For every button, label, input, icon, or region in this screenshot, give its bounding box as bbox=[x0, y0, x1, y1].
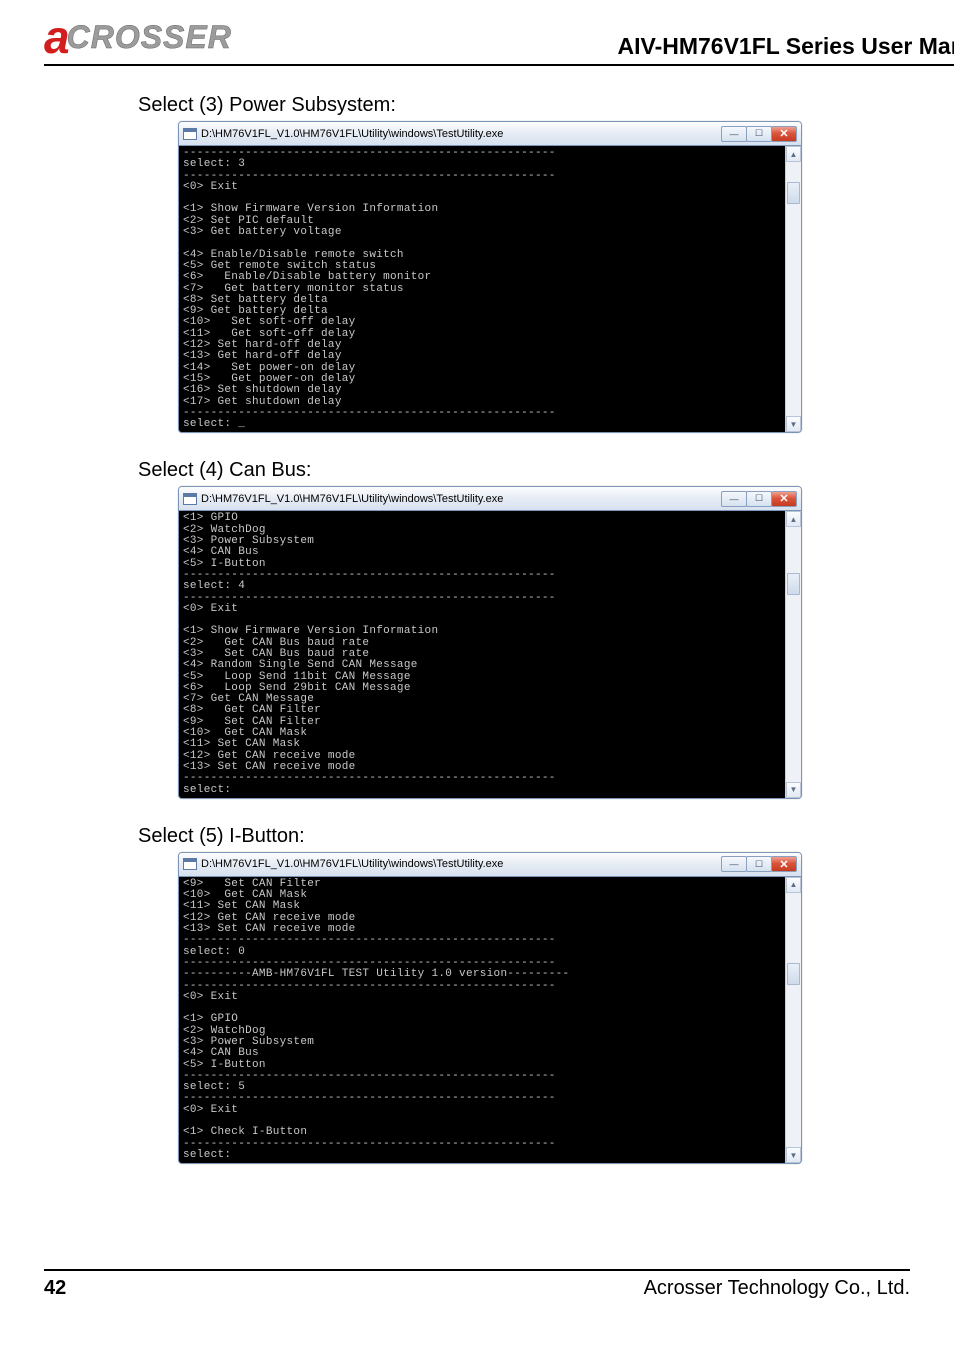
scrollbar[interactable]: ▲ ▼ bbox=[785, 511, 801, 797]
title-bar: D:\HM76V1FL_V1.0\HM76V1FL\Utility\window… bbox=[179, 853, 801, 877]
logo-text: CROSSER bbox=[67, 21, 232, 53]
cmd-icon bbox=[183, 128, 197, 140]
console-output: ----------------------------------------… bbox=[179, 146, 785, 432]
logo-mark: a bbox=[44, 14, 69, 60]
scrollbar[interactable]: ▲ ▼ bbox=[785, 877, 801, 1163]
maximize-button[interactable]: ☐ bbox=[746, 491, 772, 507]
scroll-thumb[interactable] bbox=[787, 963, 800, 985]
scroll-up-icon[interactable]: ▲ bbox=[786, 511, 801, 527]
window-title-path: D:\HM76V1FL_V1.0\HM76V1FL\Utility\window… bbox=[201, 858, 503, 870]
section-label-power-subsystem: Select (3) Power Subsystem: bbox=[138, 94, 910, 117]
title-bar: D:\HM76V1FL_V1.0\HM76V1FL\Utility\window… bbox=[179, 487, 801, 511]
close-button[interactable]: ✕ bbox=[771, 491, 797, 507]
console-output: <1> GPIO <2> WatchDog <3> Power Subsyste… bbox=[179, 511, 785, 797]
scroll-down-icon[interactable]: ▼ bbox=[786, 782, 801, 798]
console-window-2: D:\HM76V1FL_V1.0\HM76V1FL\Utility\window… bbox=[178, 486, 802, 798]
minimize-button[interactable]: — bbox=[721, 856, 747, 872]
scroll-up-icon[interactable]: ▲ bbox=[786, 146, 801, 162]
cmd-icon bbox=[183, 493, 197, 505]
scrollbar[interactable]: ▲ ▼ bbox=[785, 146, 801, 432]
minimize-button[interactable]: — bbox=[721, 491, 747, 507]
scroll-up-icon[interactable]: ▲ bbox=[786, 877, 801, 893]
company-name: Acrosser Technology Co., Ltd. bbox=[644, 1277, 910, 1300]
window-title-path: D:\HM76V1FL_V1.0\HM76V1FL\Utility\window… bbox=[201, 493, 503, 505]
scroll-down-icon[interactable]: ▼ bbox=[786, 416, 801, 432]
console-window-3: D:\HM76V1FL_V1.0\HM76V1FL\Utility\window… bbox=[178, 852, 802, 1164]
minimize-button[interactable]: — bbox=[721, 126, 747, 142]
maximize-button[interactable]: ☐ bbox=[746, 126, 772, 142]
page-number: 42 bbox=[44, 1277, 66, 1300]
maximize-button[interactable]: ☐ bbox=[746, 856, 772, 872]
scroll-down-icon[interactable]: ▼ bbox=[786, 1147, 801, 1163]
close-button[interactable]: ✕ bbox=[771, 126, 797, 142]
section-label-can-bus: Select (4) Can Bus: bbox=[138, 459, 910, 482]
close-button[interactable]: ✕ bbox=[771, 856, 797, 872]
window-title-path: D:\HM76V1FL_V1.0\HM76V1FL\Utility\window… bbox=[201, 128, 503, 140]
scroll-thumb[interactable] bbox=[787, 573, 800, 595]
section-label-i-button: Select (5) I-Button: bbox=[138, 825, 910, 848]
scroll-thumb[interactable] bbox=[787, 182, 800, 204]
manual-title: AIV-HM76V1FL Series User Manual bbox=[618, 33, 954, 60]
cmd-icon bbox=[183, 858, 197, 870]
console-window-1: D:\HM76V1FL_V1.0\HM76V1FL\Utility\window… bbox=[178, 121, 802, 433]
logo: a CROSSER bbox=[44, 14, 232, 60]
title-bar: D:\HM76V1FL_V1.0\HM76V1FL\Utility\window… bbox=[179, 122, 801, 146]
console-output: <9> Set CAN Filter <10> Get CAN Mask <11… bbox=[179, 877, 785, 1163]
